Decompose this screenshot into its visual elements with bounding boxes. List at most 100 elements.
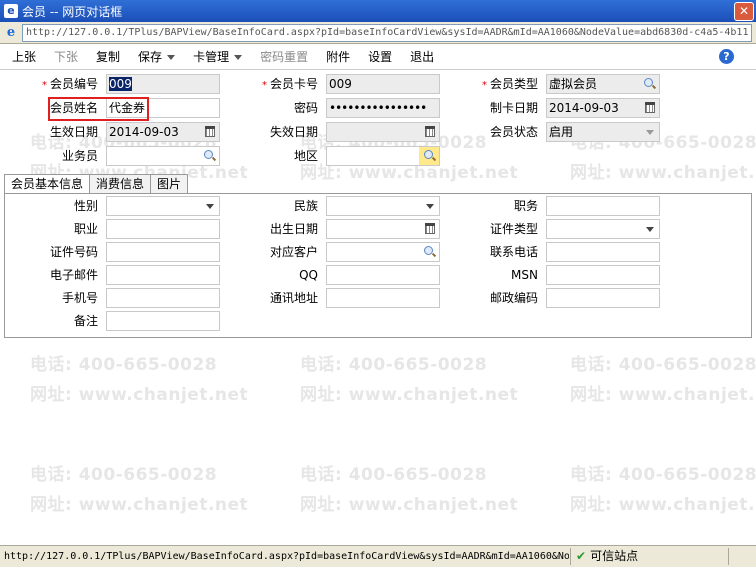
member-type-label: * 会员类型 <box>481 77 538 91</box>
watermark-site: 网址: www.chanjet.net <box>30 385 249 405</box>
chevron-down-icon <box>426 204 434 209</box>
postcode-field[interactable] <box>546 288 660 308</box>
gender-select[interactable] <box>106 196 220 216</box>
member-status-select[interactable]: 启用 <box>546 122 660 142</box>
tab-strip: 会员基本信息 消费信息 图片 <box>4 174 189 194</box>
search-icon[interactable] <box>424 150 435 161</box>
tab-basic-info[interactable]: 会员基本信息 <box>4 174 91 194</box>
status-divider <box>570 548 571 565</box>
watermark-site: 网址: www.chanjet.net <box>570 163 756 183</box>
exit-button[interactable]: 退出 <box>404 47 440 67</box>
member-no-value: 009 <box>109 77 132 91</box>
next-button[interactable]: 下张 <box>48 47 84 67</box>
effective-date-value: 2014-09-03 <box>109 125 179 139</box>
copy-button[interactable]: 复制 <box>90 47 126 67</box>
id-number-field[interactable] <box>106 242 220 262</box>
id-type-select[interactable] <box>546 219 660 239</box>
help-icon[interactable]: ? <box>719 49 734 64</box>
watermark-site: 网址: www.chanjet.net <box>570 495 756 515</box>
position-field[interactable] <box>546 196 660 216</box>
email-field[interactable] <box>106 265 220 285</box>
tab-consumption-info[interactable]: 消费信息 <box>89 174 152 193</box>
mobile-label: 手机号 <box>61 291 98 305</box>
card-no-field[interactable]: 009 <box>326 74 440 94</box>
gender-label: 性别 <box>73 199 98 213</box>
chevron-down-icon <box>646 227 654 232</box>
close-icon[interactable]: ✕ <box>734 2 754 21</box>
reset-password-button[interactable]: 密码重置 <box>254 47 314 67</box>
expiry-date-label: 失效日期 <box>269 125 318 139</box>
watermark-phone: 电话: 400-665-0028 <box>300 465 488 485</box>
calendar-icon[interactable] <box>425 126 435 137</box>
search-icon[interactable] <box>644 78 655 89</box>
expiry-date-field[interactable] <box>326 122 440 142</box>
ethnicity-select[interactable] <box>326 196 440 216</box>
salesman-field[interactable] <box>106 146 220 166</box>
dialog-title-bar: e 会员 -- 网页对话框 ✕ <box>0 0 756 22</box>
card-date-value: 2014-09-03 <box>549 101 619 115</box>
card-no-label: * 会员卡号 <box>261 77 318 91</box>
settings-button[interactable]: 设置 <box>362 47 398 67</box>
member-type-field[interactable]: 虚拟会员 <box>546 74 660 94</box>
password-field[interactable]: •••••••••••••••• <box>326 98 440 118</box>
customer-field[interactable] <box>326 242 440 262</box>
occupation-field[interactable] <box>106 219 220 239</box>
remark-field[interactable] <box>106 311 220 331</box>
phone-label: 联系电话 <box>489 245 538 259</box>
member-status-value: 启用 <box>549 125 574 139</box>
msn-field[interactable] <box>546 265 660 285</box>
region-field[interactable] <box>326 146 440 166</box>
watermark-phone: 电话: 400-665-0028 <box>300 355 488 375</box>
watermark-phone: 电话: 400-665-0028 <box>30 355 218 375</box>
member-type-label-text: 会员类型 <box>489 77 538 91</box>
member-no-field[interactable]: 009 <box>106 74 220 94</box>
security-zone: ✔ 可信站点 <box>576 549 638 564</box>
calendar-icon[interactable] <box>205 126 215 137</box>
watermark-phone: 电话: 400-665-0028 <box>30 465 218 485</box>
calendar-icon[interactable] <box>645 102 655 113</box>
birth-date-label: 出生日期 <box>269 222 318 236</box>
salesman-label: 业务员 <box>61 149 98 163</box>
highlight-box <box>48 97 149 121</box>
status-bar: http://127.0.0.1/TPlus/BAPView/BaseInfoC… <box>0 545 756 567</box>
password-label: 密码 <box>293 101 318 115</box>
address-field[interactable] <box>326 288 440 308</box>
effective-date-field[interactable]: 2014-09-03 <box>106 122 220 142</box>
watermark-site: 网址: www.chanjet.net <box>300 385 519 405</box>
status-url: http://127.0.0.1/TPlus/BAPView/BaseInfoC… <box>4 551 569 562</box>
mobile-field[interactable] <box>106 288 220 308</box>
qq-field[interactable] <box>326 265 440 285</box>
dialog-title: 会员 -- 网页对话框 <box>22 4 123 19</box>
region-label: 地区 <box>293 149 318 163</box>
prev-button[interactable]: 上张 <box>6 47 42 67</box>
search-icon[interactable] <box>424 246 435 257</box>
card-no-label-text: 会员卡号 <box>269 77 318 91</box>
qq-label: QQ <box>299 268 318 282</box>
toolbar: 上张 下张 复制 保存 卡管理 密码重置 附件 设置 退出 ? <box>0 44 756 70</box>
msn-label: MSN <box>511 268 538 282</box>
member-no-label: * 会员编号 <box>41 77 98 91</box>
watermark-phone: 电话: 400-665-0028 <box>570 465 756 485</box>
calendar-icon[interactable] <box>425 223 435 234</box>
birth-date-field[interactable] <box>326 219 440 239</box>
card-manage-button[interactable]: 卡管理 <box>187 47 248 67</box>
tab-pictures[interactable]: 图片 <box>150 174 189 193</box>
attachment-button[interactable]: 附件 <box>320 47 356 67</box>
ie-page-icon: e <box>4 4 18 18</box>
watermark-site: 网址: www.chanjet.net <box>30 495 249 515</box>
phone-field[interactable] <box>546 242 660 262</box>
member-no-label-text: 会员编号 <box>49 77 98 91</box>
position-label: 职务 <box>513 199 538 213</box>
card-date-label: 制卡日期 <box>489 101 538 115</box>
watermark-phone: 电话: 400-665-0028 <box>570 355 756 375</box>
card-manage-label: 卡管理 <box>193 49 230 64</box>
id-number-label: 证件号码 <box>49 245 98 259</box>
card-date-field[interactable]: 2014-09-03 <box>546 98 660 118</box>
status-divider <box>728 548 729 565</box>
member-status-label: 会员状态 <box>489 125 538 139</box>
save-button[interactable]: 保存 <box>132 47 181 67</box>
search-icon[interactable] <box>204 150 215 161</box>
chevron-down-icon <box>206 204 214 209</box>
watermark-site: 网址: www.chanjet.net <box>300 495 519 515</box>
member-type-value: 虚拟会员 <box>549 77 598 91</box>
